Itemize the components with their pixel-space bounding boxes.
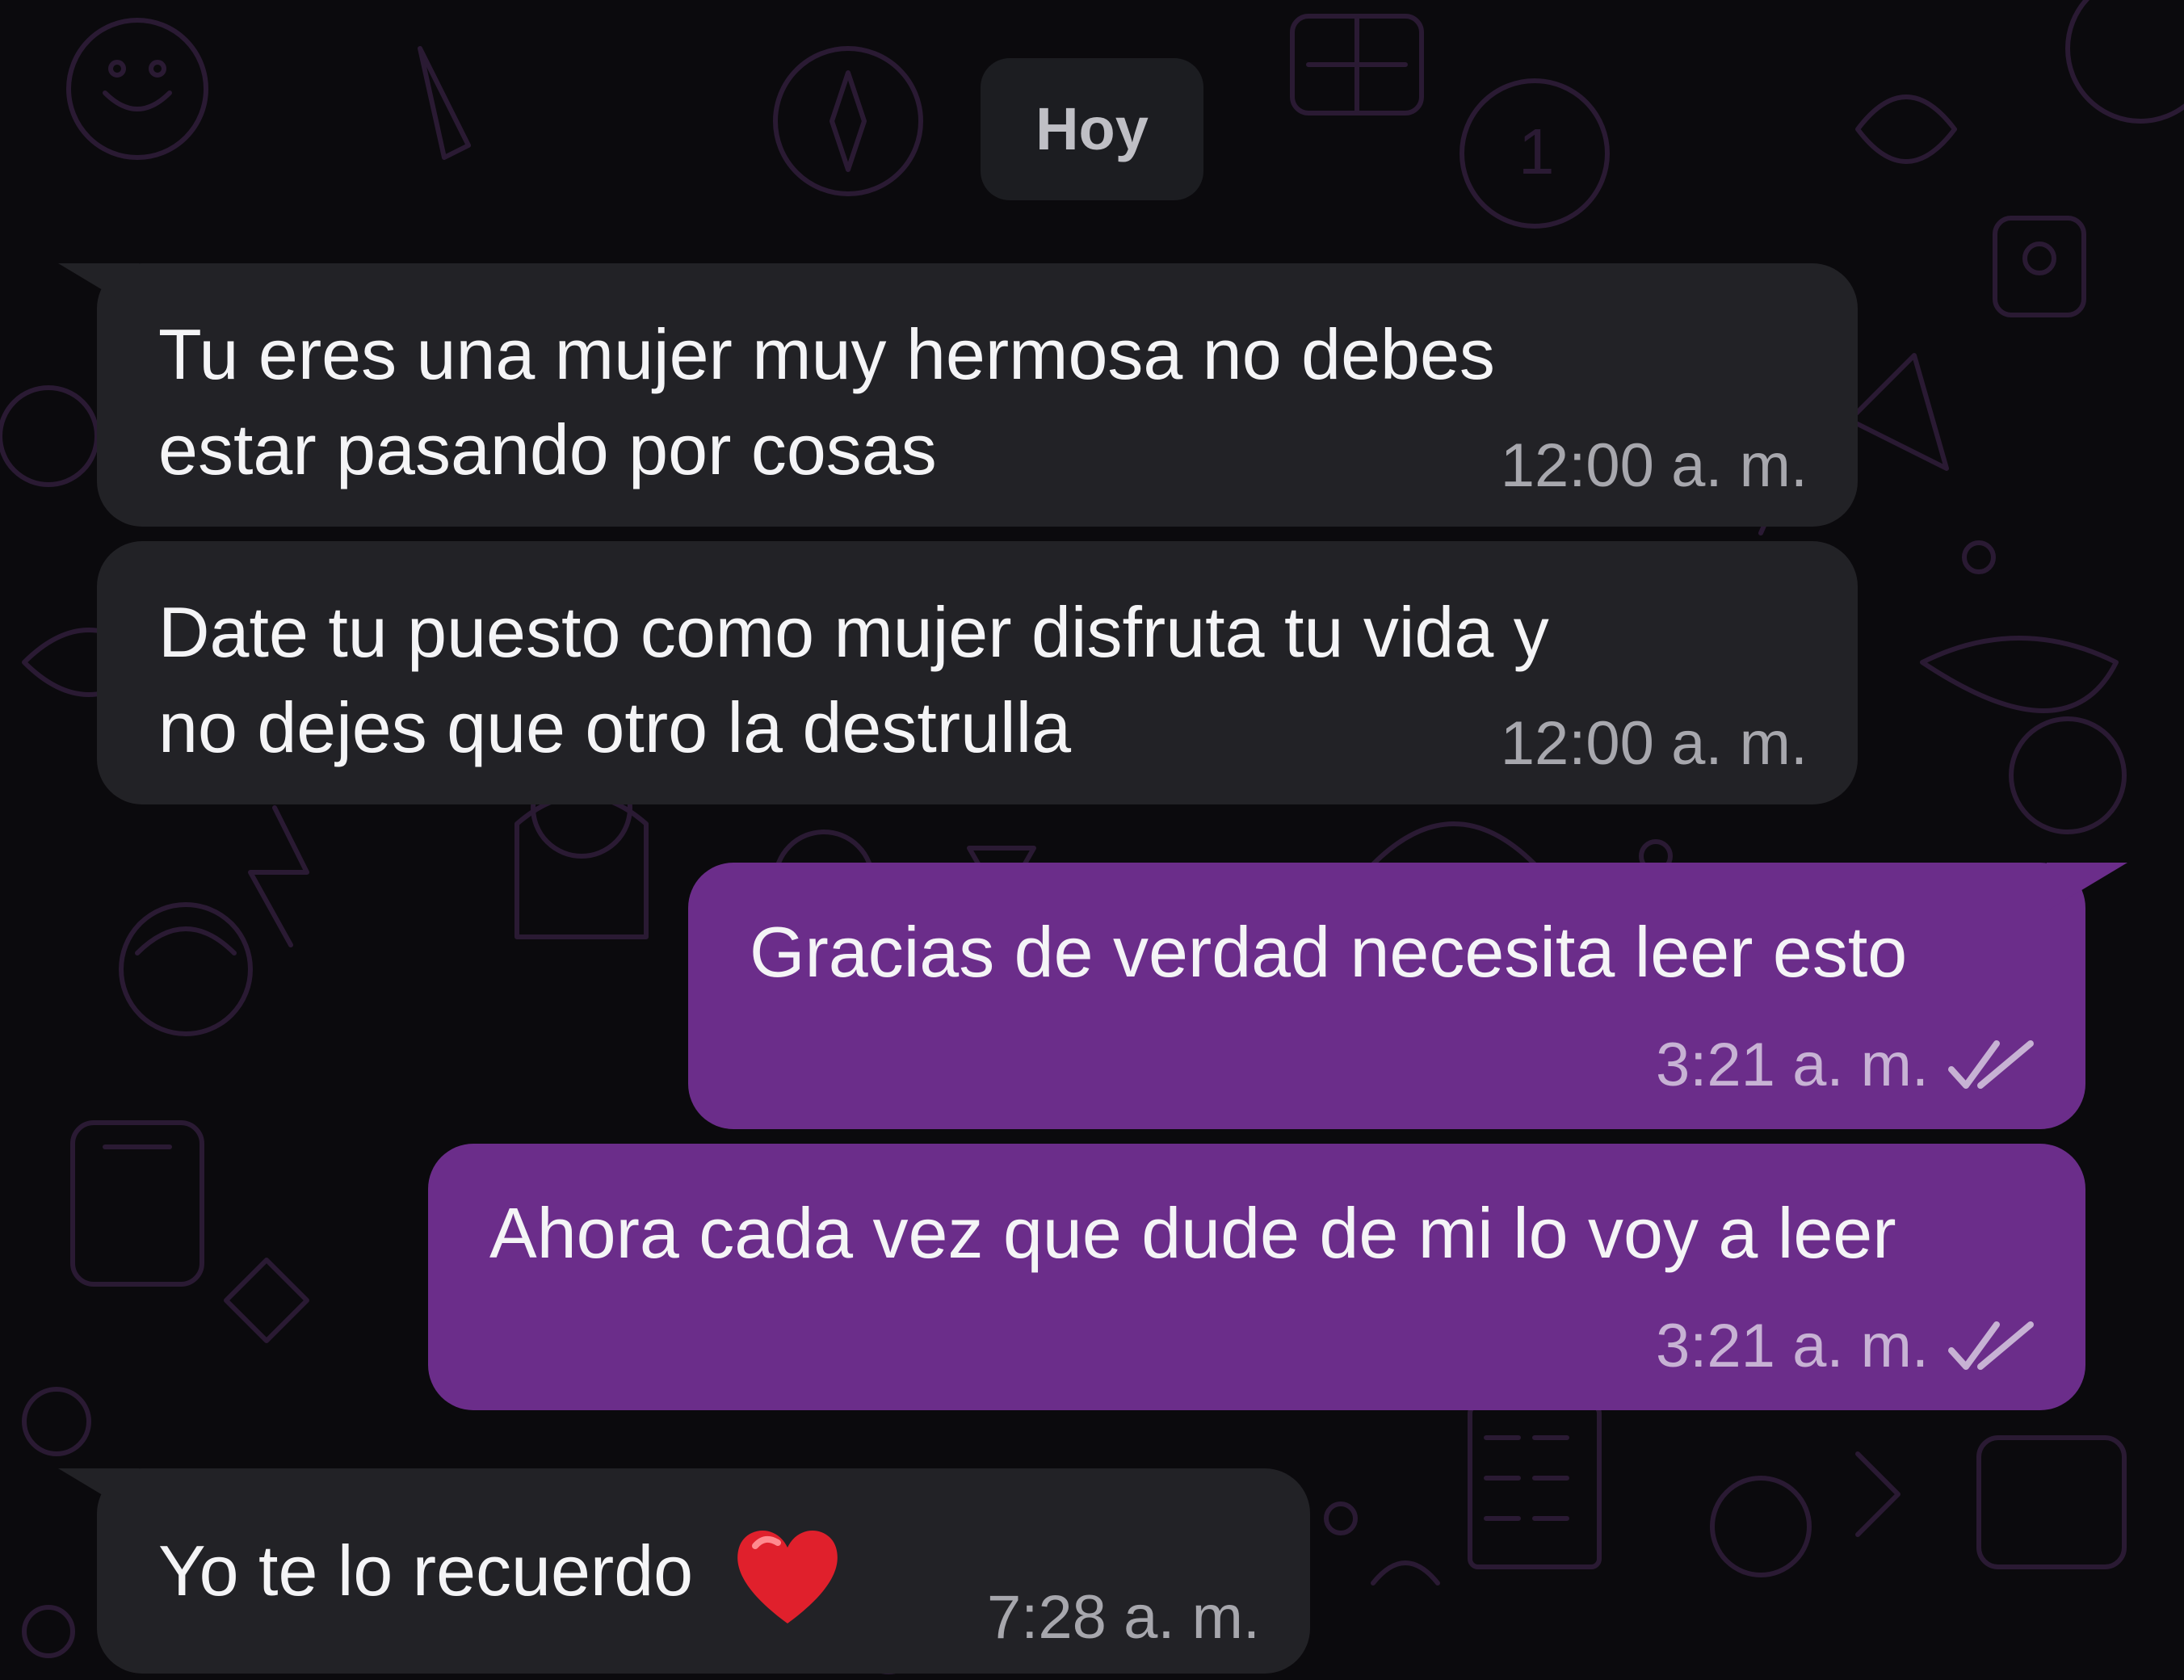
outgoing-message[interactable]: Ahora cada vez que dude de mi lo voy a l… [428,1144,2085,1410]
message-text-line: no dejes que otro la destrulla [158,687,1072,767]
message-time: 12:00 a. m. [1500,709,1808,778]
double-check-icon [1948,1040,2034,1089]
message-text-content: Yo te lo recuerdo [158,1531,694,1611]
svg-text:1: 1 [1518,116,1555,187]
message-meta: 7:28 a. m. [987,1581,1260,1654]
message-time: 7:28 a. m. [987,1583,1260,1652]
message-time: 12:00 a. m. [1500,431,1808,500]
incoming-message[interactable]: Date tu puesto como mujer disfruta tu vi… [97,541,1858,804]
bubble-tail [58,1468,139,1517]
message-text: Yo te lo recuerdo [158,1523,844,1628]
outgoing-message[interactable]: Gracias de verdad necesita leer esto 3:2… [688,863,2127,1129]
message-text-line: estar pasando por cosas [158,410,937,489]
heart-emoji-icon [737,1530,838,1623]
message-time: 3:21 a. m. [1656,1312,1929,1380]
bubble-tail [58,263,139,312]
message-time: 3:21 a. m. [1656,1031,1929,1099]
chat-wallpaper: 1 [0,0,2184,1674]
chat-conversation[interactable]: 1 Hoy Tu eres una mujer muy hermosa no d… [0,0,2184,1680]
message-meta: 12:00 a. m. [1501,430,1808,502]
date-separator: Hoy [981,58,1203,200]
double-check-icon [1948,1321,2034,1370]
message-meta: 3:21 a. m. [1656,1310,2035,1383]
message-text-line: Tu eres una mujer muy hermosa no debes [158,314,1495,394]
incoming-message[interactable]: Yo te lo recuerdo 7:28 a. m. [58,1468,1310,1674]
message-text: Gracias de verdad necesita leer esto [750,912,1908,992]
message-meta: 12:00 a. m. [1501,708,1808,780]
message-text: Ahora cada vez que dude de mi lo voy a l… [489,1193,1896,1273]
incoming-message[interactable]: Tu eres una mujer muy hermosa no debes e… [58,263,1858,527]
bubble-tail [2047,863,2127,911]
message-text-line: Date tu puesto como mujer disfruta tu vi… [158,592,1549,672]
message-meta: 3:21 a. m. [1656,1029,2035,1102]
